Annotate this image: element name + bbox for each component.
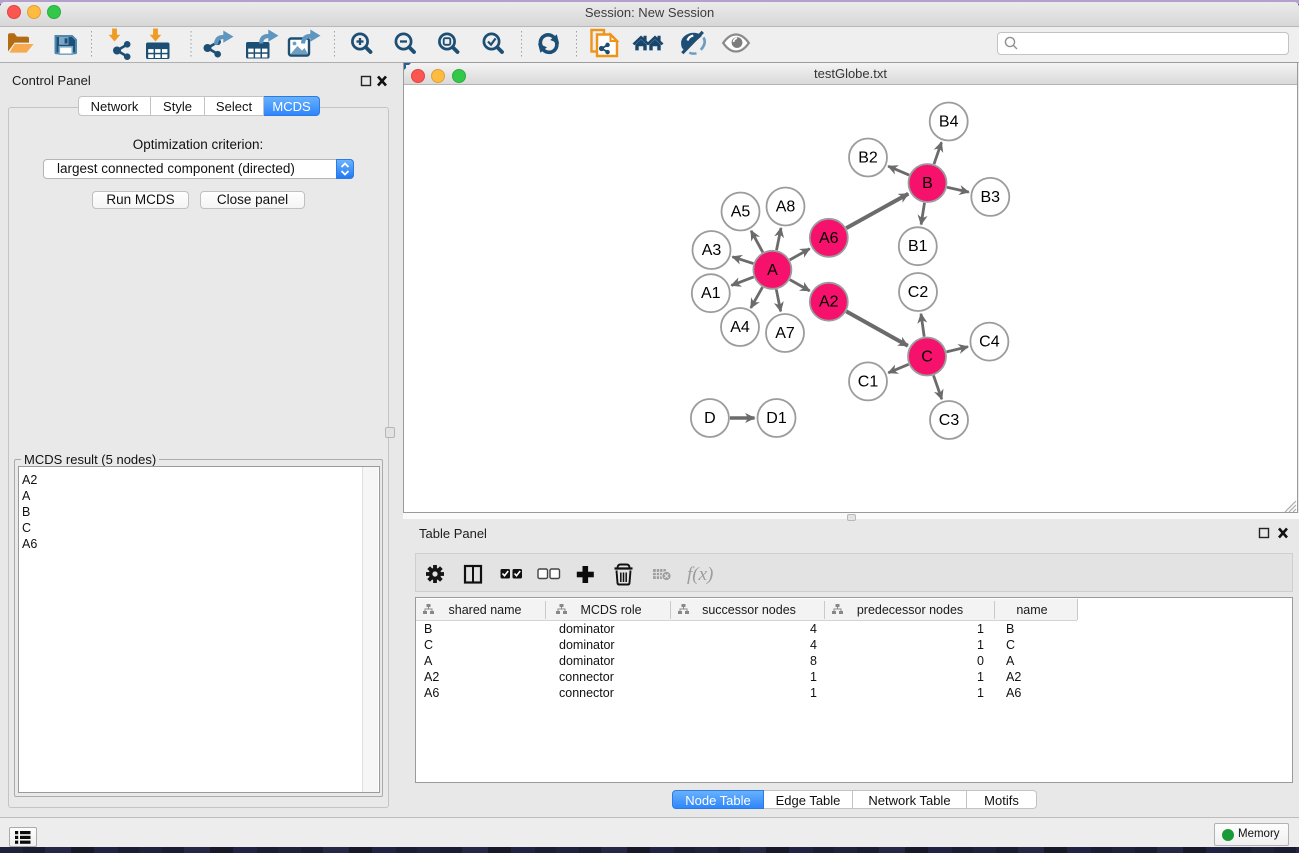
svg-text:A1: A1 [701, 285, 721, 302]
svg-text:A5: A5 [731, 204, 751, 221]
svg-text:A4: A4 [730, 319, 750, 336]
svg-text:1: 1 [977, 686, 984, 700]
svg-text:B1: B1 [908, 238, 928, 255]
svg-text:1: 1 [977, 622, 984, 636]
svg-text:A2: A2 [819, 294, 839, 311]
svg-text:A2: A2 [424, 670, 439, 684]
svg-text:B: B [1006, 622, 1014, 636]
svg-text:B: B [424, 622, 432, 636]
svg-text:A2: A2 [1006, 670, 1021, 684]
svg-text:A: A [424, 654, 433, 668]
svg-text:name: name [1016, 603, 1047, 617]
svg-text:D: D [704, 410, 716, 427]
svg-text:C4: C4 [979, 334, 1000, 351]
svg-text:f(x): f(x) [687, 564, 713, 585]
svg-text:MCDS role: MCDS role [580, 603, 641, 617]
svg-text:1: 1 [977, 638, 984, 652]
svg-text:8: 8 [810, 654, 817, 668]
svg-text:connector: connector [559, 670, 614, 684]
svg-text:successor nodes: successor nodes [702, 603, 796, 617]
svg-text:C1: C1 [858, 373, 879, 390]
svg-text:C2: C2 [908, 284, 929, 301]
svg-text:B4: B4 [939, 114, 959, 131]
svg-text:A6: A6 [819, 230, 839, 247]
svg-text:C3: C3 [939, 412, 960, 429]
svg-text:A8: A8 [776, 199, 796, 216]
svg-text:1: 1 [977, 670, 984, 684]
svg-text:A6: A6 [1006, 686, 1021, 700]
svg-text:connector: connector [559, 686, 614, 700]
svg-text:4: 4 [810, 622, 817, 636]
svg-text:B: B [922, 175, 933, 192]
svg-text:A7: A7 [775, 325, 795, 342]
svg-text:C: C [424, 638, 433, 652]
svg-text:B2: B2 [858, 150, 878, 167]
svg-text:A: A [767, 262, 778, 279]
svg-text:A3: A3 [702, 242, 722, 259]
svg-text:B3: B3 [981, 189, 1001, 206]
svg-text:dominator: dominator [559, 638, 615, 652]
svg-text:0: 0 [977, 654, 984, 668]
svg-text:1: 1 [810, 670, 817, 684]
svg-text:D1: D1 [766, 410, 787, 427]
svg-text:A: A [1006, 654, 1015, 668]
svg-text:1: 1 [810, 686, 817, 700]
svg-text:shared name: shared name [449, 603, 522, 617]
svg-text:C: C [921, 349, 933, 366]
svg-text:predecessor nodes: predecessor nodes [857, 603, 963, 617]
svg-text:dominator: dominator [559, 622, 615, 636]
svg-text:dominator: dominator [559, 654, 615, 668]
svg-text:4: 4 [810, 638, 817, 652]
svg-text:A6: A6 [424, 686, 439, 700]
svg-text:C: C [1006, 638, 1015, 652]
